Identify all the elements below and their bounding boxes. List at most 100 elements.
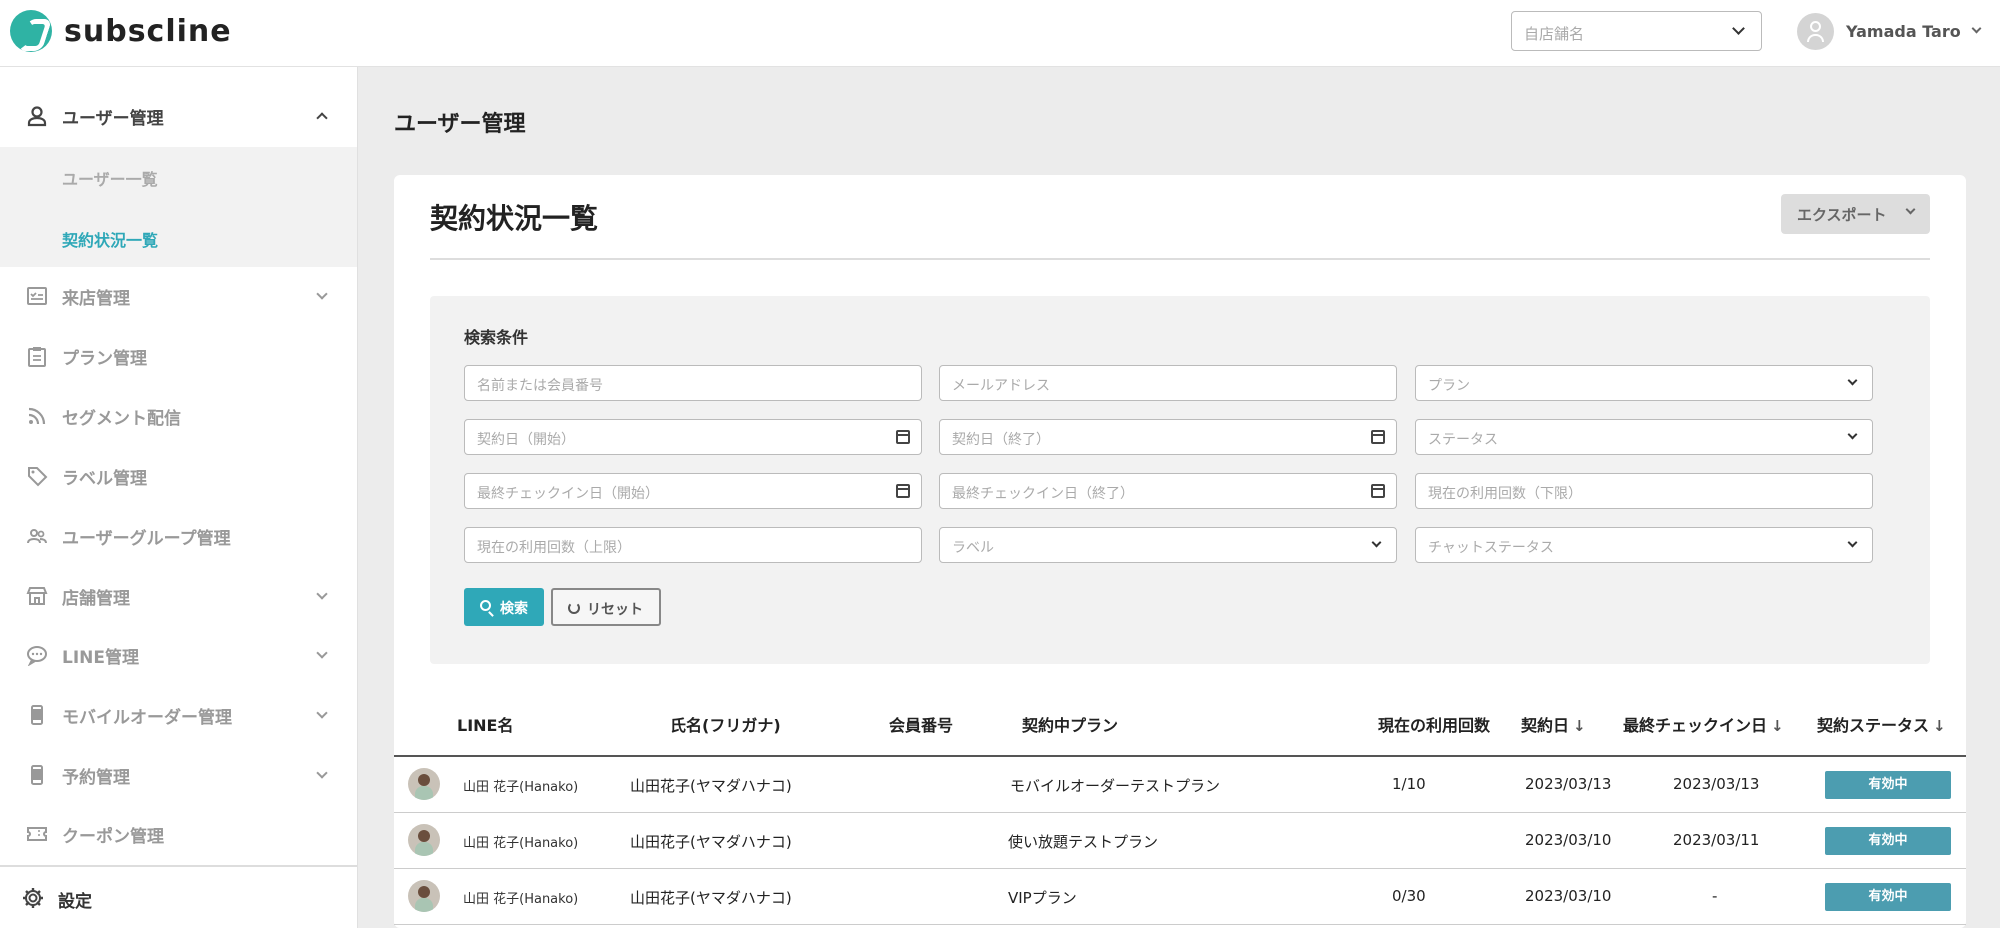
column-header-line-name[interactable]: LINE名 [457,712,513,736]
column-header-member-no[interactable]: 会員番号 [889,712,953,736]
chat-icon [26,644,48,667]
sort-arrow-icon[interactable]: ↓ [1573,717,1586,735]
table-row[interactable]: 山田 花子(Hanako) 山田花子(ヤマダハナコ) 使い放題テストプラン 20… [394,813,1966,869]
sidebar-item-label: 予約管理 [62,767,130,788]
sidebar-item-coupons[interactable]: クーポン管理 [0,805,357,863]
chevron-down-icon [1371,537,1382,548]
usage-count-min-input[interactable]: 現在の利用回数（下限） [1415,473,1873,509]
reset-button[interactable]: リセット [551,588,661,626]
placeholder: 現在の利用回数（下限） [1428,486,1582,502]
column-header-usage[interactable]: 現在の利用回数 [1378,712,1490,736]
sidebar-item-plans[interactable]: プラン管理 [0,327,357,385]
store-select[interactable]: 自店舗名 [1511,11,1762,51]
chevron-down-icon [316,767,328,779]
calendar-icon[interactable] [1371,430,1385,444]
sidebar-subitem-user-list[interactable]: ユーザー一覧 [62,166,158,190]
table-row[interactable]: 山田 花子(Hanako) 山田花子(ヤマダハナコ) モバイルオーダーテストプラ… [394,757,1966,813]
ticket-icon [26,823,48,845]
calendar-icon[interactable] [1371,484,1385,498]
sidebar-item-user-management[interactable]: ユーザー管理 [0,87,357,145]
name-cell: 山田花子(ヤマダハナコ) [630,889,792,907]
plan-cell: VIPプラン [1008,889,1077,907]
avatar [408,768,440,800]
sidebar-item-visits[interactable]: 来店管理 [0,267,357,325]
chevron-down-icon [1847,537,1858,548]
contract-date-cell: 2023/03/10 [1525,887,1612,905]
column-header-contract-date[interactable]: 契約日 ↓ [1521,712,1586,736]
search-icon [480,600,491,611]
sidebar-item-mobile-order[interactable]: モバイルオーダー管理 [0,686,357,744]
export-button[interactable]: エクスポート [1781,194,1930,234]
column-header-last-checkin[interactable]: 最終チェックイン日 ↓ [1623,712,1784,736]
column-header-status[interactable]: 契約ステータス ↓ [1817,712,1946,736]
sidebar-settings[interactable]: 設定 [0,865,357,928]
sidebar-item-line[interactable]: LINE管理 [0,626,357,684]
contract-date-end-input[interactable]: 契約日（終了） [939,419,1397,455]
placeholder: チャットステータス [1428,540,1554,556]
sidebar-item-user-groups[interactable]: ユーザーグループ管理 [0,507,357,565]
sidebar-item-label: 店舗管理 [62,588,130,609]
line-name-cell: 山田 花子(Hanako) [463,780,579,795]
contract-date-start-input[interactable]: 契約日（開始） [464,419,922,455]
label-select[interactable]: ラベル [939,527,1397,563]
sidebar-item-labels[interactable]: ラベル管理 [0,447,357,505]
checklist-icon [26,285,48,307]
calendar-icon[interactable] [896,484,910,498]
phone-icon [26,704,48,726]
refresh-icon [568,602,580,614]
placeholder: 契約日（開始） [477,432,575,448]
sidebar-item-label: ユーザー管理 [62,108,164,129]
gear-icon [22,887,44,914]
status-badge: 有効中 [1825,883,1951,911]
placeholder: 契約日（終了） [952,432,1050,448]
sort-arrow-icon[interactable]: ↓ [1933,717,1946,735]
user-avatar-icon [1797,13,1834,50]
plan-cell: モバイルオーダーテストプラン [1010,777,1221,795]
placeholder: 現在の利用回数（上限） [477,540,631,556]
export-button-label: エクスポート [1797,206,1887,224]
chevron-down-icon [316,647,328,659]
sidebar-item-reservations[interactable]: 予約管理 [0,746,357,804]
avatar [408,880,440,912]
placeholder: 最終チェックイン日（開始） [477,486,659,502]
user-menu[interactable]: Yamada Taro [1797,13,1982,50]
column-header-name[interactable]: 氏名(フリガナ) [670,712,781,736]
column-header-plan[interactable]: 契約中プラン [1022,712,1118,736]
status-badge: 有効中 [1825,771,1951,799]
search-button[interactable]: 検索 [464,588,544,626]
chat-status-select[interactable]: チャットステータス [1415,527,1873,563]
logo[interactable]: subscline [10,10,232,52]
sidebar-subitem-contract-status[interactable]: 契約状況一覧 [62,227,158,251]
placeholder: メールアドレス [952,378,1050,394]
usage-count-max-input[interactable]: 現在の利用回数（上限） [464,527,922,563]
name-or-member-no-input[interactable]: 名前または会員番号 [464,365,922,401]
sidebar-item-label: クーポン管理 [62,826,164,847]
contract-date-cell: 2023/03/10 [1525,831,1612,849]
store-icon [26,585,48,607]
search-button-label: 検索 [500,601,528,617]
divider [430,258,1930,260]
status-select[interactable]: ステータス [1415,419,1873,455]
plan-select[interactable]: プラン [1415,365,1873,401]
chevron-down-icon [316,707,328,719]
table-row[interactable]: 山田 花子(Hanako) 山田花子(ヤマダハナコ) VIPプラン 0/30 2… [394,869,1966,925]
chevron-up-icon [316,112,328,124]
calendar-icon[interactable] [896,430,910,444]
placeholder: ラベル [952,540,994,556]
sidebar-item-segment[interactable]: セグメント配信 [0,387,357,445]
last-checkin-start-input[interactable]: 最終チェックイン日（開始） [464,473,922,509]
placeholder: ステータス [1428,432,1498,448]
sidebar-item-stores[interactable]: 店舗管理 [0,567,357,625]
chevron-down-icon [1847,429,1858,440]
clipboard-icon [26,345,48,367]
logo-text: subscline [64,13,232,49]
sort-arrow-icon[interactable]: ↓ [1771,717,1784,735]
last-checkin-end-input[interactable]: 最終チェックイン日（終了） [939,473,1397,509]
email-input[interactable]: メールアドレス [939,365,1397,401]
sidebar: ユーザー管理 ユーザー一覧 契約状況一覧 来店管理 プラン管理 セグメント配信 … [0,67,358,928]
chevron-down-icon [1847,375,1858,386]
user-name: Yamada Taro [1846,22,1961,41]
chevron-down-icon [316,288,328,300]
placeholder: 最終チェックイン日（終了） [952,486,1134,502]
last-checkin-cell: - [1712,887,1718,905]
